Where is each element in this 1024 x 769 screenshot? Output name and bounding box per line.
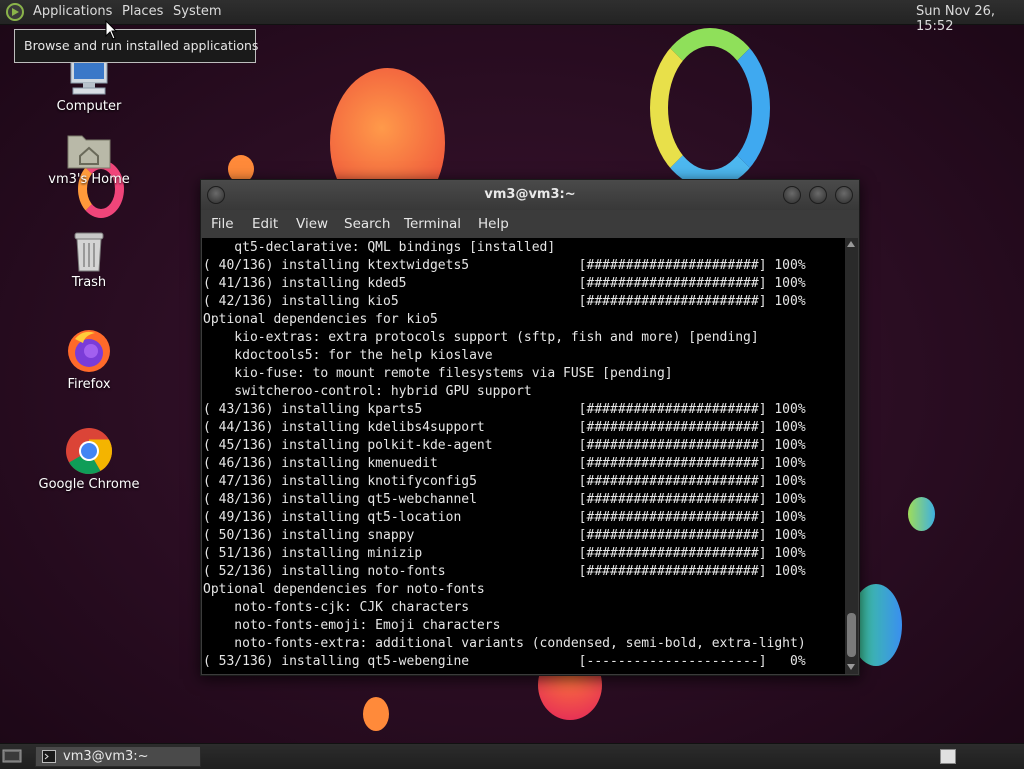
desktop-icon-firefox[interactable]: Firefox <box>34 327 144 392</box>
terminal-line: kio-extras: extra protocols support (sft… <box>203 330 759 345</box>
menu-file[interactable]: File <box>211 216 234 232</box>
terminal-line: ( 50/136) installing snappy [###########… <box>203 528 806 543</box>
terminal-line: qt5-declarative: QML bindings [installed… <box>203 240 556 255</box>
applications-logo-icon[interactable] <box>5 2 25 22</box>
terminal-line: ( 42/136) installing kio5 [#############… <box>203 294 806 309</box>
clock[interactable]: Sun Nov 26, 15:52 <box>916 4 1024 34</box>
terminal-line: Optional dependencies for kio5 <box>203 312 438 327</box>
top-panel: Applications Places System Sun Nov 26, 1… <box>0 0 1024 34</box>
firefox-icon <box>68 330 110 372</box>
terminal-line: switcheroo-control: hybrid GPU support <box>203 384 532 399</box>
chrome-icon <box>66 428 112 474</box>
terminal-line: ( 45/136) installing polkit-kde-agent [#… <box>203 438 806 453</box>
terminal-menubar: File Edit View Search Terminal Help <box>201 210 859 238</box>
wallpaper-small-drop <box>363 697 389 731</box>
wallpaper-green-drop <box>908 497 935 531</box>
desktop-icon-label: vm3's Home <box>48 172 130 187</box>
menu-edit[interactable]: Edit <box>252 216 278 232</box>
workspace-switcher[interactable] <box>940 749 956 764</box>
places-menu[interactable]: Places <box>122 4 163 19</box>
terminal-line: kdoctools5: for the help kioslave <box>203 348 493 363</box>
terminal-line: ( 49/136) installing qt5-location [#####… <box>203 510 806 525</box>
menu-search[interactable]: Search <box>344 216 390 232</box>
terminal-line: ( 40/136) installing ktextwidgets5 [####… <box>203 258 806 273</box>
desktop-icon-computer[interactable]: Computer <box>34 55 144 114</box>
home-folder-icon <box>67 135 111 169</box>
terminal-line: ( 51/136) installing minizip [##########… <box>203 546 806 561</box>
scrollbar-thumb[interactable] <box>847 613 856 657</box>
terminal-titlebar[interactable]: vm3@vm3:~ <box>201 180 859 210</box>
terminal-lines: qt5-declarative: QML bindings [installed… <box>203 239 845 671</box>
terminal-output[interactable]: qt5-declarative: QML bindings [installed… <box>202 238 845 674</box>
terminal-line: ( 44/136) installing kdelibs4support [##… <box>203 420 806 435</box>
terminal-line: ( 52/136) installing noto-fonts [#######… <box>203 564 806 579</box>
minimize-button[interactable] <box>783 186 801 204</box>
terminal-line: ( 47/136) installing knotifyconfig5 [###… <box>203 474 806 489</box>
desktop-icon-label: Computer <box>56 99 122 114</box>
terminal-line: noto-fonts-cjk: CJK characters <box>203 600 470 615</box>
window-menu-button[interactable] <box>207 186 225 204</box>
window-title: vm3@vm3:~ <box>484 187 576 202</box>
menu-terminal[interactable]: Terminal <box>404 216 461 232</box>
desktop-icon-label: Trash <box>71 275 107 290</box>
terminal-line: ( 41/136) installing kded5 [############… <box>203 276 806 291</box>
terminal-line: ( 43/136) installing kparts5 [##########… <box>203 402 806 417</box>
terminal-line: Optional dependencies for noto-fonts <box>203 582 485 597</box>
desktop-icon-label: Google Chrome <box>38 477 140 492</box>
desktop-icon-label: Firefox <box>67 377 111 392</box>
menu-view[interactable]: View <box>296 216 328 232</box>
terminal-scrollbar[interactable] <box>845 238 858 674</box>
desktop-icon-trash[interactable]: Trash <box>34 229 144 290</box>
terminal-window[interactable]: vm3@vm3:~ File Edit View Search Terminal… <box>200 179 860 676</box>
terminal-icon <box>42 750 56 763</box>
system-menu[interactable]: System <box>173 4 221 19</box>
menu-help[interactable]: Help <box>478 216 509 232</box>
terminal-line: ( 46/136) installing kmenuedit [########… <box>203 456 806 471</box>
wallpaper-ring <box>650 28 770 188</box>
applications-menu[interactable]: Applications <box>33 4 112 19</box>
close-button[interactable] <box>835 186 853 204</box>
mouse-pointer-icon <box>105 20 117 40</box>
terminal-line: noto-fonts-extra: additional variants (c… <box>203 636 806 651</box>
desktop-icon-home[interactable]: vm3's Home <box>34 130 144 187</box>
scroll-down-arrow-icon[interactable] <box>847 664 855 670</box>
terminal-line: kio-fuse: to mount remote filesystems vi… <box>203 366 673 381</box>
trash-icon <box>74 232 104 272</box>
scroll-up-arrow-icon[interactable] <box>847 241 855 247</box>
taskbar-window-button[interactable]: vm3@vm3:~ <box>35 746 201 767</box>
taskbar-window-label: vm3@vm3:~ <box>63 749 149 764</box>
bottom-panel: vm3@vm3:~ <box>0 743 1024 769</box>
desktop-icon-chrome[interactable]: Google Chrome <box>34 427 144 492</box>
terminal-line: ( 53/136) installing qt5-webengine [----… <box>203 654 806 669</box>
terminal-line: ( 48/136) installing qt5-webchannel [###… <box>203 492 806 507</box>
show-desktop-icon[interactable] <box>2 748 22 764</box>
maximize-button[interactable] <box>809 186 827 204</box>
applications-tooltip: Browse and run installed applications <box>14 29 258 63</box>
terminal-line: noto-fonts-emoji: Emoji characters <box>203 618 501 633</box>
